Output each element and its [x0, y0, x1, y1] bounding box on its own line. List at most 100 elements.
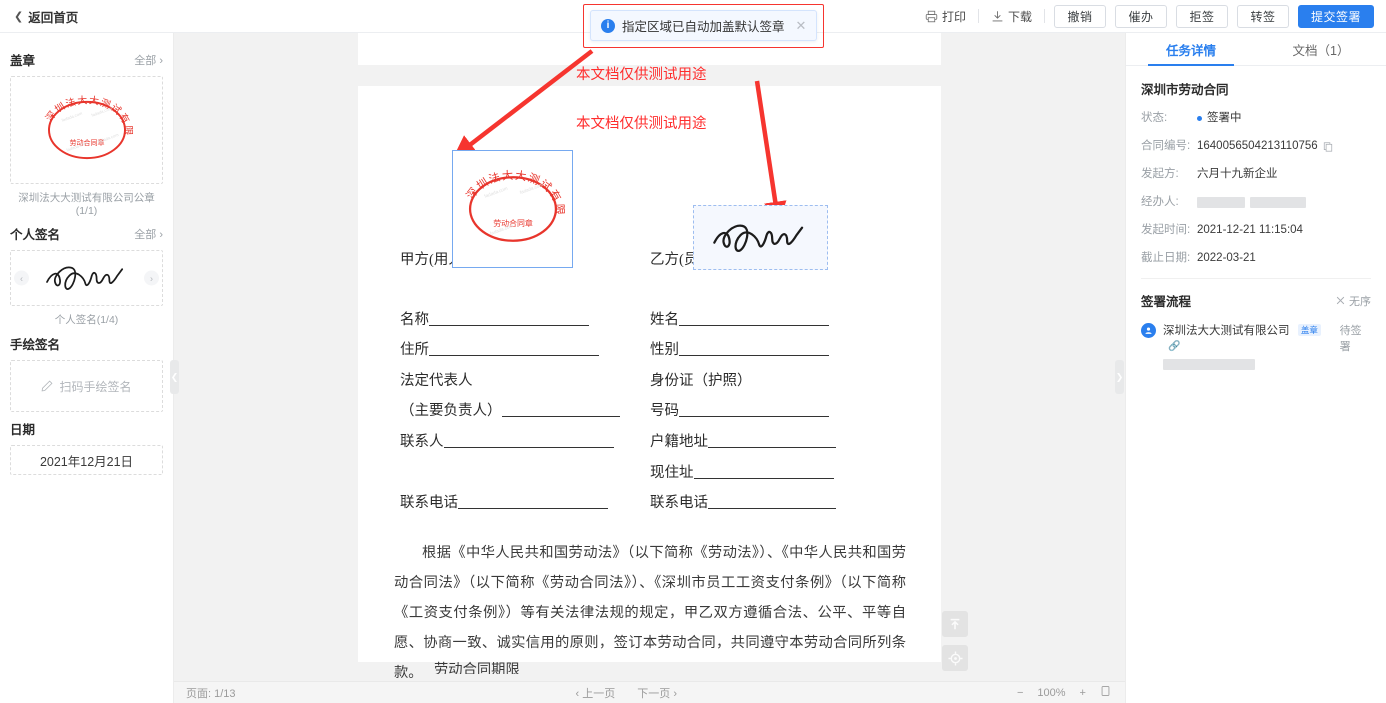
download-label: 下载 — [1007, 9, 1032, 24]
prev-page-button[interactable]: ‹ 上一页 — [576, 685, 616, 701]
field-phone-b-label: 联系电话 — [650, 495, 708, 511]
next-page-label: 下一页 — [637, 687, 671, 700]
field-address-a: 住所 — [400, 338, 599, 359]
signature-prev-arrow[interactable]: ‹ — [14, 270, 29, 286]
draw-section-header: 手绘签名 — [10, 334, 163, 353]
print-button[interactable]: 打印 — [913, 8, 978, 25]
field-household-label: 户籍地址 — [650, 434, 708, 450]
field-gender-label: 性别 — [650, 342, 679, 358]
field-address-a-label: 住所 — [400, 342, 429, 358]
tab-task-details[interactable]: 任务详情 — [1126, 33, 1256, 66]
draw-placeholder: 扫码手绘签名 — [59, 379, 132, 394]
zoom-out-button[interactable]: − — [1017, 687, 1023, 699]
detail-row-start-time: 发起时间: 2021-12-21 11:15:04 — [1141, 222, 1371, 239]
seal-section-all-link[interactable]: 全部 › — [134, 52, 163, 68]
detail-row-deadline: 截止日期: 2022-03-21 — [1141, 250, 1371, 267]
link-icon[interactable]: 🔗 — [1168, 341, 1180, 352]
signature-section-title: 个人签名 — [10, 228, 61, 242]
field-principal-label: （主要负责人） — [400, 403, 502, 419]
field-id-number-label: 号码 — [650, 403, 679, 419]
viewer-bottom-bar: 页面: 1/13 ‹ 上一页 下一页 › − 100% + — [174, 681, 1125, 703]
next-page-button[interactable]: 下一页 › — [637, 685, 677, 701]
masked-block-1 — [1197, 197, 1245, 208]
status-key: 状态: — [1141, 112, 1168, 124]
tab-documents[interactable]: 文档（1） — [1256, 33, 1386, 65]
field-id-number: 号码 — [650, 399, 829, 420]
field-principal: （主要负责人） — [400, 399, 620, 420]
document-seal-slot[interactable]: 深圳法大大测试有限公司 劳动合同章 fadada.com fadada.com … — [452, 150, 573, 268]
company-seal-icon: 深圳法大大测试有限公司 劳动合同章 fadada.com fadada.com … — [37, 92, 133, 160]
reject-button[interactable]: 拒签 — [1176, 4, 1228, 28]
seal-section-header: 盖章 全部 › — [10, 50, 163, 69]
field-contact-a: 联系人 — [400, 430, 614, 451]
signature-all-label: 全部 — [134, 228, 157, 241]
contract-no-key: 合同编号: — [1141, 140, 1191, 152]
auto-seal-toast: i 指定区域已自动加盖默认签章 ✕ — [590, 10, 818, 41]
user-icon — [1145, 327, 1152, 334]
detail-row-handler: 经办人: — [1141, 194, 1371, 211]
back-home-button[interactable]: ❮ 返回首页 — [14, 7, 78, 26]
zoom-level-value: 100% — [1037, 686, 1066, 699]
right-panel-collapse-handle[interactable]: ❯ — [1115, 360, 1124, 394]
right-panel: 任务详情 文档（1） 深圳市劳动合同 状态: 签署中 合同编号: 1640056… — [1125, 33, 1386, 703]
transfer-button[interactable]: 转签 — [1237, 4, 1289, 28]
placed-company-seal-icon: 深圳法大大测试有限公司 劳动合同章 fadada.com fadada.com … — [457, 164, 566, 242]
signature-thumbnail[interactable]: ‹ › — [10, 250, 163, 306]
submit-sign-button[interactable]: 提交签署 — [1298, 4, 1374, 28]
draw-section-title: 手绘签名 — [10, 338, 61, 352]
participant-status: 待签署 — [1339, 325, 1362, 353]
signature-section-all-link[interactable]: 全部 › — [134, 226, 163, 242]
participant-info: 深圳法大大测试有限公司 盖章 🔗 — [1163, 322, 1333, 373]
chevron-right-icon-page: › — [673, 687, 677, 700]
top-actions: 打印 下载 撤销 催办 拒签 转签 提交签署 — [913, 4, 1386, 28]
prev-page-label: 上一页 — [582, 687, 616, 700]
revoke-button[interactable]: 撤销 — [1054, 4, 1106, 28]
detail-row-status: 状态: 签署中 — [1141, 110, 1371, 127]
status-badge: 签署中 — [1197, 110, 1242, 127]
chevron-left-icon: ❮ — [14, 10, 24, 23]
draw-signature-button[interactable]: 扫码手绘签名 — [10, 360, 163, 412]
contract-body: 甲方(用人单位) 名称 住所 法定代表人 （主要负责人） 联系人 联系电话 乙方… — [358, 86, 941, 681]
scroll-to-top-button[interactable] — [942, 611, 968, 637]
svg-text:深圳法大大测试有限公司: 深圳法大大测试有限公司 — [457, 164, 566, 216]
sidebar-collapse-handle[interactable]: ❮ — [170, 360, 179, 394]
field-name-b-label: 姓名 — [650, 312, 679, 328]
close-icon[interactable]: ✕ — [796, 18, 807, 34]
target-icon — [947, 650, 963, 666]
flow-order-label: 无序 — [1349, 295, 1371, 308]
handler-key: 经办人: — [1141, 196, 1179, 208]
left-sidebar: 盖章 全部 › 深圳法大大测试有限公司 劳动合同章 fadada.com fad… — [0, 33, 174, 703]
fit-page-button[interactable] — [1100, 685, 1111, 700]
contract-next-heading: 劳动合同期限 — [434, 662, 520, 674]
right-panel-body: 深圳市劳动合同 状态: 签署中 合同编号: 164005650421311075… — [1126, 66, 1386, 373]
masked-block-2 — [1250, 197, 1306, 208]
placed-handwritten-signature-icon — [712, 224, 803, 252]
watermark-top: 本文档仅供测试用途 — [576, 67, 707, 83]
copy-icon[interactable] — [1323, 141, 1333, 152]
unordered-icon — [1336, 296, 1345, 305]
contract-no-value-wrap: 1640056504213110756 — [1197, 138, 1333, 155]
initiator-value: 六月十九新企业 — [1197, 168, 1278, 180]
deadline-value: 2022-03-21 — [1197, 252, 1256, 264]
pencil-icon — [42, 380, 53, 392]
document-signature-slot[interactable] — [693, 205, 828, 270]
field-name-a: 名称 — [400, 308, 589, 329]
signature-section-header: 个人签名 全部 › — [10, 224, 163, 243]
field-household-address: 户籍地址 — [650, 430, 836, 451]
signature-next-arrow[interactable]: › — [144, 270, 159, 286]
download-button[interactable]: 下载 — [979, 8, 1044, 25]
urge-button[interactable]: 催办 — [1115, 4, 1167, 28]
fit-page-icon — [1101, 686, 1110, 696]
start-time-key: 发起时间: — [1141, 224, 1191, 236]
seal-thumbnail[interactable]: 深圳法大大测试有限公司 劳动合同章 fadada.com fadada.com … — [10, 76, 163, 184]
document-viewer[interactable]: 本文档仅供测试用途 本文档仅供测试用途 甲方(用人单位) 名称 住所 法定代表人 — [174, 33, 1125, 703]
field-phone-a-label: 联系电话 — [400, 495, 458, 511]
field-phone-b: 联系电话 — [650, 491, 836, 512]
page-indicator: 页面: 1/13 — [186, 687, 236, 700]
info-icon: i — [601, 18, 615, 33]
field-gender: 性别 — [650, 338, 829, 359]
locate-button[interactable] — [942, 645, 968, 671]
zoom-in-button[interactable]: + — [1080, 687, 1086, 699]
date-thumbnail[interactable]: 2021年12月21日 — [10, 445, 163, 475]
participant-masked-block — [1163, 359, 1255, 370]
